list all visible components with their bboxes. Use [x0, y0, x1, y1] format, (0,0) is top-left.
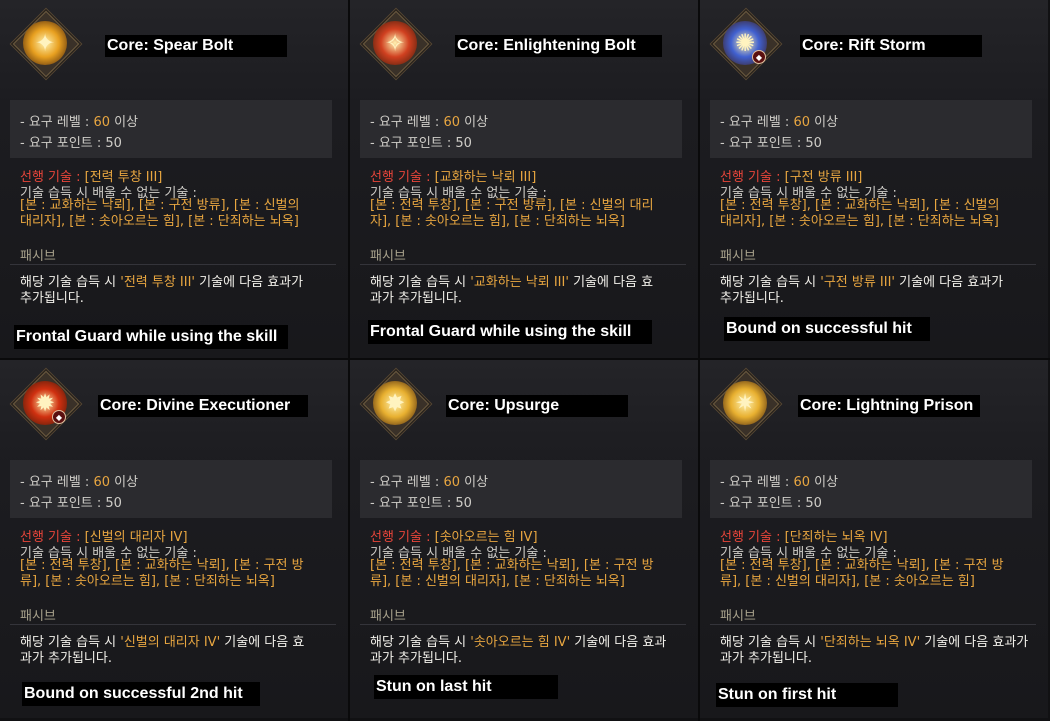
skill-description: 해당 기술 습득 시 '신벌의 대리자 IV' 기술에 다음 효 과가 추가됩니다…: [20, 635, 305, 666]
divider: [710, 264, 1036, 265]
passive-label: 패시브: [20, 609, 56, 624]
skill-title: Core: Spear Bolt: [105, 35, 287, 57]
skill-description: 해당 기술 습득 시 '단죄하는 뇌옥 IV' 기술에 다음 효과가 과가 추가됩…: [720, 635, 1029, 666]
required-points: - 요구 포인트 : 50: [20, 496, 122, 511]
required-points: - 요구 포인트 : 50: [720, 136, 822, 151]
required-level: - 요구 레벨 : 60 이상: [720, 115, 839, 130]
effect-overlay: Frontal Guard while using the skill: [368, 320, 652, 344]
skill-description: 해당 기술 습득 시 '교화하는 낙뢰 III' 기술에 다음 효 과가 추가됩니…: [370, 275, 654, 306]
required-level: - 요구 레벨 : 60 이상: [20, 115, 139, 130]
passive-label: 패시브: [370, 249, 406, 264]
effect-overlay: Stun on first hit: [716, 683, 898, 707]
exclusive-skills-list: [본 : 교화하는 낙뢰], [본 : 구전 방류], [본 : 신벌의 대리자]…: [20, 198, 300, 229]
skill-card: ✹ ◆ Core: Divine Executioner - 요구 레벨 : 6…: [0, 360, 348, 718]
skill-title: Core: Enlightening Bolt: [455, 35, 662, 57]
skill-card: ✺ ◆ Core: Rift Storm - 요구 레벨 : 60 이상 - 요…: [700, 0, 1048, 358]
column-separator: [348, 0, 350, 721]
required-level: - 요구 레벨 : 60 이상: [370, 475, 489, 490]
required-level: - 요구 레벨 : 60 이상: [720, 475, 839, 490]
exclusive-skills-list: [본 : 전력 투창], [본 : 교화하는 낙뢰], [본 : 구전 방 류],…: [720, 558, 1004, 589]
skill-card: ✸ Core: Upsurge - 요구 레벨 : 60 이상 - 요구 포인트…: [350, 360, 698, 718]
exclusive-skills-list: [본 : 전력 투창], [본 : 교화하는 낙뢰], [본 : 구전 방 류],…: [370, 558, 654, 589]
divider: [710, 624, 1036, 625]
required-level: - 요구 레벨 : 60 이상: [20, 475, 139, 490]
exclusive-skills-list: [본 : 전력 투창], [본 : 구전 방류], [본 : 신벌의 대리 자],…: [370, 198, 654, 229]
row-separator: [0, 358, 1050, 360]
exclusive-skills-list: [본 : 전력 투창], [본 : 교화하는 낙뢰], [본 : 구전 방 류],…: [20, 558, 304, 589]
skill-card: ✧ Core: Enlightening Bolt - 요구 레벨 : 60 이…: [350, 0, 698, 358]
upsurge-icon: ✸: [373, 381, 417, 425]
passive-label: 패시브: [720, 249, 756, 264]
divider: [360, 624, 686, 625]
enlightening-bolt-icon: ✧: [373, 21, 417, 65]
divider: [10, 264, 336, 265]
divider: [10, 624, 336, 625]
passive-label: 패시브: [370, 609, 406, 624]
skill-description: 해당 기술 습득 시 '구전 방류 III' 기술에 다음 효과가 추가됩니다.: [720, 275, 1004, 306]
passive-label: 패시브: [20, 249, 56, 264]
skill-description: 해당 기술 습득 시 '솟아오르는 힘 IV' 기술에 다음 효과 과가 추가됩니…: [370, 635, 667, 666]
passive-label: 패시브: [720, 609, 756, 624]
required-points: - 요구 포인트 : 50: [370, 136, 472, 151]
skill-title: Core: Divine Executioner: [98, 395, 308, 417]
divider: [360, 264, 686, 265]
effect-overlay: Frontal Guard while using the skill: [14, 325, 288, 349]
effect-overlay: Bound on successful hit: [724, 317, 930, 341]
column-separator: [698, 0, 700, 721]
required-level: - 요구 레벨 : 60 이상: [370, 115, 489, 130]
required-points: - 요구 포인트 : 50: [370, 496, 472, 511]
exclusive-skills-list: [본 : 전력 투창], [본 : 교화하는 낙뢰], [본 : 신벌의 대리자]…: [720, 198, 1000, 229]
spear-bolt-icon: ✦: [23, 21, 67, 65]
lightning-prison-icon: ✷: [723, 381, 767, 425]
skill-title: Core: Rift Storm: [800, 35, 982, 57]
badge-icon: ◆: [752, 50, 766, 64]
skill-title: Core: Upsurge: [446, 395, 628, 417]
effect-overlay: Bound on successful 2nd hit: [22, 682, 260, 706]
required-points: - 요구 포인트 : 50: [720, 496, 822, 511]
required-points: - 요구 포인트 : 50: [20, 136, 122, 151]
skill-card: ✦ Core: Spear Bolt - 요구 레벨 : 60 이상 - 요구 …: [0, 0, 348, 358]
effect-overlay: Stun on last hit: [374, 675, 558, 699]
skill-description: 해당 기술 습득 시 '전력 투창 III' 기술에 다음 효과가 추가됩니다.: [20, 275, 304, 306]
badge-icon: ◆: [52, 410, 66, 424]
skill-card: ✷ Core: Lightning Prison - 요구 레벨 : 60 이상…: [700, 360, 1048, 718]
skill-title: Core: Lightning Prison: [798, 395, 980, 417]
